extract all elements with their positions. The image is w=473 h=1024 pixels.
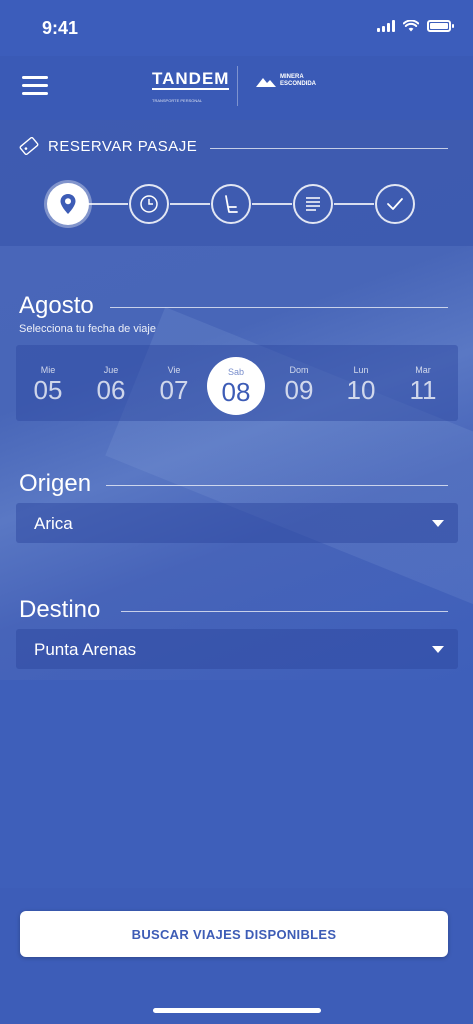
day-number: 08 [221,377,251,407]
destination-label: Destino [19,596,101,623]
day-number: 07 [159,375,189,405]
title-divider [210,148,448,149]
day-of-week: Mie [40,365,56,375]
month-divider [110,307,448,308]
step-connector [252,203,292,205]
caret-down-icon [432,646,444,653]
day-number: 06 [96,375,126,405]
step-summary[interactable] [293,184,333,224]
status-bar: 9:41 [0,0,473,56]
step-connector [334,203,374,205]
list-icon [306,197,320,211]
step-confirm[interactable] [375,184,415,224]
origin-value: Arica [34,514,73,533]
day-of-week: Mar [415,365,431,375]
step-location[interactable] [47,183,89,225]
logo-divider [237,66,238,106]
battery-icon [427,20,454,32]
day-of-week: Sab [227,367,244,377]
destination-divider [121,611,448,612]
day-item[interactable]: Mie 05 [23,365,73,404]
day-of-week: Jue [103,365,119,375]
date-subtitle: Selecciona tu fecha de viaje [19,323,156,335]
status-time: 9:41 [42,18,79,38]
location-pin-icon [60,194,76,214]
clock-icon [140,195,158,213]
origin-select[interactable]: Arica [16,503,458,543]
search-trips-button[interactable]: BUSCAR VIAJES DISPONIBLES [20,911,448,957]
step-connector [170,203,210,205]
caret-down-icon [432,520,444,527]
destination-select[interactable]: Punta Arenas [16,629,458,669]
day-item[interactable]: Vie 07 [149,365,199,404]
mountain-logo-icon [256,78,276,87]
step-connector [88,203,128,205]
app-header: TANDEM TRANSPORTE PERSONAL MINERA ESCOND… [0,56,473,120]
day-number: 05 [33,375,63,405]
day-of-week: Lun [353,365,369,375]
origin-label: Origen [19,470,92,497]
wifi-icon [403,20,419,32]
section-title: RESERVAR PASAJE [18,137,197,155]
step-time[interactable] [129,184,169,224]
step-seat[interactable] [211,184,251,224]
day-item[interactable]: Jue 06 [86,365,136,404]
month-label: Agosto [19,292,94,319]
day-number: 09 [284,375,314,405]
day-number: 10 [346,375,376,405]
day-number: 11 [409,375,437,405]
day-of-week: Vie [167,365,181,375]
day-item-selected[interactable]: Sab 08 [207,357,265,415]
seat-icon [225,195,238,213]
origin-divider [106,485,448,486]
destination-value: Punta Arenas [34,640,137,659]
home-indicator [153,1008,321,1013]
status-icons [377,20,454,32]
day-item[interactable]: Dom 09 [274,365,324,404]
checkmark-icon [387,198,403,210]
minera-escondida-logo: MINERA ESCONDIDA [256,74,316,88]
hamburger-menu-icon[interactable] [22,76,48,96]
cellular-signal-icon [377,20,395,32]
tandem-logo: TANDEM TRANSPORTE PERSONAL [152,69,230,103]
ticket-icon [19,137,39,155]
day-item[interactable]: Lun 10 [336,365,386,404]
day-item[interactable]: Mar 11 [398,365,448,404]
day-of-week: Dom [289,365,309,375]
